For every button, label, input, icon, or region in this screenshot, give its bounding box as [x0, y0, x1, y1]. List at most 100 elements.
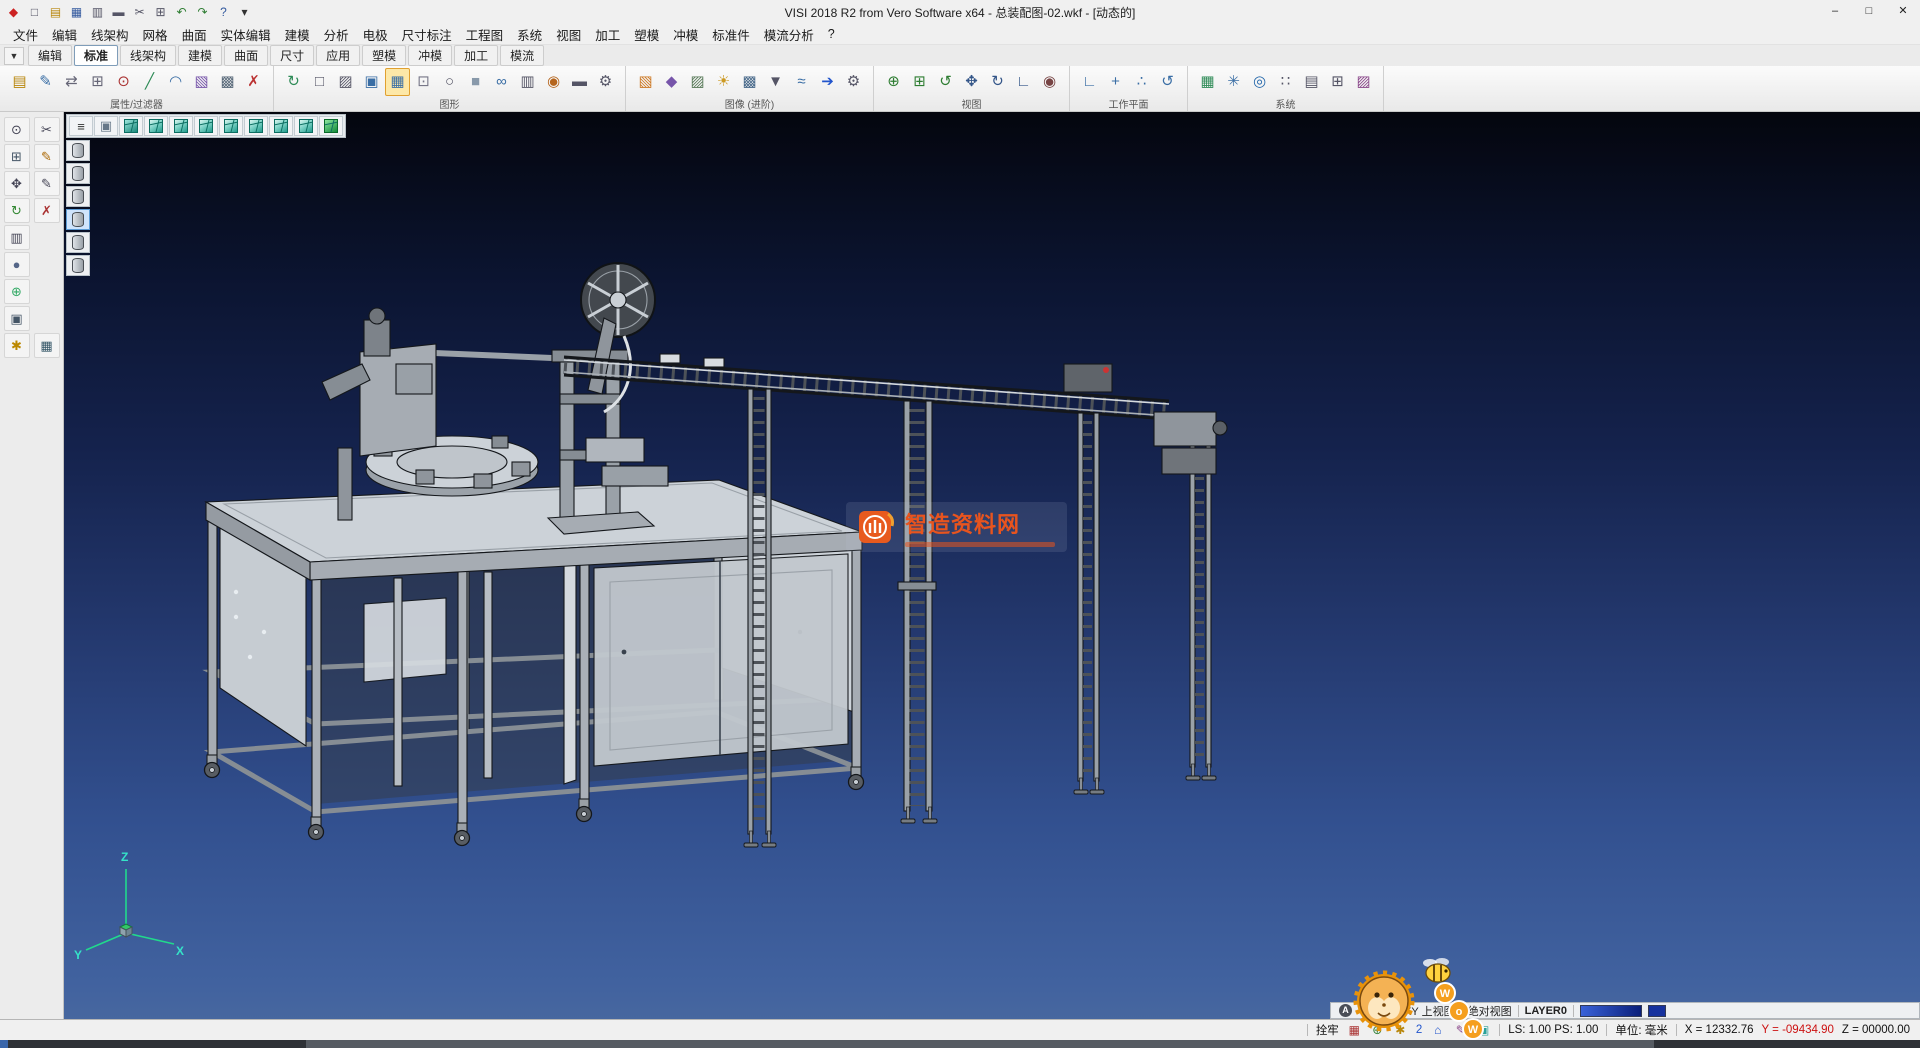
- zoom-previous-icon[interactable]: ↺: [933, 68, 958, 96]
- menu-item-1[interactable]: 编辑: [45, 23, 84, 46]
- box-tool-icon[interactable]: ▣: [4, 306, 30, 331]
- menu-item-13[interactable]: 加工: [588, 23, 627, 46]
- preview-icon[interactable]: ▬: [109, 3, 128, 22]
- ribbon-tab-1[interactable]: 标准: [74, 45, 118, 66]
- attribute-swap-icon[interactable]: ⇄: [59, 68, 84, 96]
- help-icon[interactable]: ?: [214, 3, 233, 22]
- menu-item-17[interactable]: 模流分析: [757, 23, 821, 46]
- ribbon-tab-10[interactable]: 模流: [500, 45, 544, 66]
- system-star-icon[interactable]: ✳: [1221, 68, 1246, 96]
- save-file-icon[interactable]: ▦: [67, 3, 86, 22]
- ribbon-tab-8[interactable]: 冲模: [408, 45, 452, 66]
- menu-item-18[interactable]: ?: [821, 25, 842, 43]
- layer-color-chip[interactable]: [1648, 1005, 1666, 1017]
- edit-pencil-icon[interactable]: ✎: [34, 171, 60, 196]
- palette-tool-icon[interactable]: ✱: [4, 333, 30, 358]
- view-menu-button[interactable]: ≡: [69, 116, 93, 136]
- copy-icon[interactable]: ⊞: [151, 3, 170, 22]
- undo-icon[interactable]: ↶: [172, 3, 191, 22]
- snap-lock-toggle[interactable]: 拴牢: [1316, 1022, 1339, 1038]
- display-settings-icon[interactable]: ⚙: [593, 68, 618, 96]
- open-file-icon[interactable]: ▤: [46, 3, 65, 22]
- transparency-mode-icon[interactable]: ⊡: [411, 68, 436, 96]
- cut-icon[interactable]: ✂: [130, 3, 149, 22]
- layer-color-bar[interactable]: [1580, 1005, 1642, 1017]
- menu-item-12[interactable]: 视图: [549, 23, 588, 46]
- new-file-icon[interactable]: □: [25, 3, 44, 22]
- menu-item-8[interactable]: 电极: [356, 23, 395, 46]
- system-plane-icon[interactable]: ▨: [1351, 68, 1376, 96]
- menu-item-0[interactable]: 文件: [6, 23, 45, 46]
- workplane-create-icon[interactable]: ∟: [1077, 68, 1102, 96]
- view-back[interactable]: [269, 116, 293, 136]
- menu-item-4[interactable]: 曲面: [175, 23, 214, 46]
- view-normal-icon[interactable]: ∟: [1011, 68, 1036, 96]
- scroll-track[interactable]: [306, 1040, 1654, 1048]
- system-globe-icon[interactable]: ◎: [1247, 68, 1272, 96]
- wireframe-mode-icon[interactable]: □: [307, 68, 332, 96]
- qa-more-icon[interactable]: ▾: [235, 3, 254, 22]
- rotate-view-icon[interactable]: ↻: [985, 68, 1010, 96]
- view-front[interactable]: [194, 116, 218, 136]
- screenshot-icon[interactable]: ▬: [567, 68, 592, 96]
- filter-elements-icon[interactable]: ⊞: [85, 68, 110, 96]
- visi-logo[interactable]: ◆: [4, 3, 23, 22]
- pick-wireframe-filter[interactable]: [66, 209, 90, 230]
- section-display-icon[interactable]: ▥: [515, 68, 540, 96]
- filter-lines-icon[interactable]: ╱: [137, 68, 162, 96]
- view-mode-button[interactable]: ▣: [94, 116, 118, 136]
- view-shaded-cube[interactable]: [119, 116, 143, 136]
- ribbon-tab-6[interactable]: 应用: [316, 45, 360, 66]
- workplane-points-icon[interactable]: ∴: [1129, 68, 1154, 96]
- zoom-fit-icon[interactable]: ⊕: [881, 68, 906, 96]
- image-animation-icon[interactable]: ➔: [815, 68, 840, 96]
- trim-scissors-icon[interactable]: ✂: [34, 117, 60, 142]
- system-cells-icon[interactable]: ⊞: [1325, 68, 1350, 96]
- 3d-viewport[interactable]: ≡▣ 智造资料网 Z Y X: [64, 112, 1920, 1019]
- system-colors-icon[interactable]: ▦: [1195, 68, 1220, 96]
- ribbon-tab-3[interactable]: 建模: [178, 45, 222, 66]
- tab-dropdown-button[interactable]: ▼: [4, 47, 24, 65]
- workplane-axes-icon[interactable]: +: [1103, 68, 1128, 96]
- ribbon-tab-5[interactable]: 尺寸: [270, 45, 314, 66]
- erase-element-icon[interactable]: ✗: [34, 198, 60, 223]
- view-left[interactable]: [244, 116, 268, 136]
- shaded-mode-icon[interactable]: ▣: [359, 68, 384, 96]
- workplane-reset-icon[interactable]: ↺: [1155, 68, 1180, 96]
- maximize-button[interactable]: □: [1852, 0, 1886, 23]
- menu-item-3[interactable]: 网格: [136, 23, 175, 46]
- system-grid-icon[interactable]: ∷: [1273, 68, 1298, 96]
- image-reflection-icon[interactable]: ≈: [789, 68, 814, 96]
- ribbon-tab-0[interactable]: 编辑: [28, 45, 72, 66]
- filter-reset-icon[interactable]: ✗: [241, 68, 266, 96]
- view-top[interactable]: [169, 116, 193, 136]
- image-background-icon[interactable]: ▩: [737, 68, 762, 96]
- menu-item-5[interactable]: 实体编辑: [214, 23, 278, 46]
- pick-surfaces-filter[interactable]: [66, 186, 90, 207]
- pick-solids-filter[interactable]: [66, 163, 90, 184]
- filter-surfaces-icon[interactable]: ▧: [189, 68, 214, 96]
- active-layer-label[interactable]: LAYER0: [1525, 1005, 1567, 1017]
- ribbon-tab-7[interactable]: 塑模: [362, 45, 406, 66]
- shaded-edges-mode-icon[interactable]: ▦: [385, 68, 410, 96]
- ribbon-tab-2[interactable]: 线架构: [120, 45, 176, 66]
- image-material-icon[interactable]: ◆: [659, 68, 684, 96]
- view-isometric[interactable]: [144, 116, 168, 136]
- menu-item-10[interactable]: 工程图: [459, 23, 511, 46]
- print-icon[interactable]: ▥: [88, 3, 107, 22]
- filter-solids-icon[interactable]: ▩: [215, 68, 240, 96]
- hidden-line-mode-icon[interactable]: ▨: [333, 68, 358, 96]
- pick-points-filter[interactable]: [66, 232, 90, 253]
- menu-item-9[interactable]: 尺寸标注: [395, 23, 459, 46]
- menu-item-15[interactable]: 冲模: [666, 23, 705, 46]
- pick-all-filter[interactable]: [66, 140, 90, 161]
- ribbon-tab-9[interactable]: 加工: [454, 45, 498, 66]
- minimize-button[interactable]: –: [1818, 0, 1852, 23]
- view-dynamic[interactable]: [319, 116, 343, 136]
- arc-quality-icon[interactable]: ○: [437, 68, 462, 96]
- render-icon[interactable]: ◉: [541, 68, 566, 96]
- move-element-icon[interactable]: ✥: [4, 171, 30, 196]
- filter-arcs-icon[interactable]: ◠: [163, 68, 188, 96]
- redraw-icon[interactable]: ↻: [281, 68, 306, 96]
- camera-view-icon[interactable]: ◉: [1037, 68, 1062, 96]
